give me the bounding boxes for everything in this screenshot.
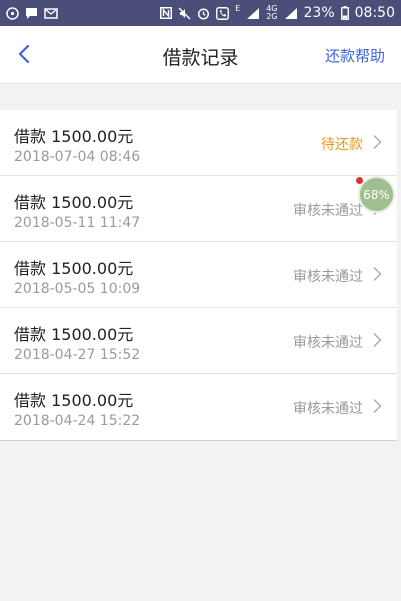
phone-icon <box>216 6 230 20</box>
status-label: 审核未通过 <box>293 269 363 285</box>
widget-percent: 68% <box>363 187 390 202</box>
clock: 08:50 <box>354 5 395 21</box>
notification-dot <box>356 177 363 184</box>
lte-indicator: E <box>235 4 241 13</box>
status-label: 待还款 <box>321 137 363 153</box>
list-item[interactable]: 借款 1500.00元 2018-04-24 15:22 审核未通过 <box>0 374 397 441</box>
list-item[interactable]: 借款 1500.00元 2018-04-27 15:52 审核未通过 <box>0 308 397 374</box>
list-item[interactable]: 借款 1500.00元 2018-07-04 08:46 待还款 <box>0 110 397 176</box>
loan-date: 2018-04-24 15:22 <box>14 413 141 429</box>
loan-date: 2018-05-05 10:09 <box>14 281 141 297</box>
list-item[interactable]: 借款 1500.00元 2018-05-05 10:09 审核未通过 <box>0 242 397 308</box>
network-type: 4G 2G <box>266 5 277 21</box>
loan-date: 2018-07-04 08:46 <box>14 149 141 165</box>
alarm-icon <box>197 7 210 20</box>
nav-bar: 借款记录 还款帮助 <box>0 26 401 84</box>
nfc-n-icon <box>160 7 173 19</box>
chevron-right-icon <box>373 333 382 347</box>
message-icon <box>25 7 38 20</box>
chevron-right-icon <box>373 399 382 413</box>
mute-icon <box>178 7 191 20</box>
loan-record-list: 借款 1500.00元 2018-07-04 08:46 待还款 借款 1500… <box>0 110 397 441</box>
battery-icon <box>340 6 349 20</box>
loan-amount: 借款 1500.00元 <box>14 127 134 146</box>
loan-amount: 借款 1500.00元 <box>14 325 134 344</box>
status-bar: E 4G 2G 23% 08:50 <box>0 0 401 26</box>
chevron-right-icon <box>373 267 382 281</box>
status-label: 审核未通过 <box>293 203 363 219</box>
loan-amount: 借款 1500.00元 <box>14 259 134 278</box>
signal-icon <box>246 7 260 20</box>
status-bar-right: E 4G 2G 23% 08:50 <box>160 5 395 21</box>
network-bottom-label: 2G <box>266 12 278 21</box>
repayment-help-link[interactable]: 还款帮助 <box>325 45 385 66</box>
floating-memory-widget[interactable]: 68% <box>358 176 395 213</box>
loan-amount: 借款 1500.00元 <box>14 391 134 410</box>
status-bar-left <box>6 6 58 20</box>
loan-date: 2018-04-27 15:52 <box>14 347 141 363</box>
status-label: 审核未通过 <box>293 335 363 351</box>
loan-amount: 借款 1500.00元 <box>14 193 134 212</box>
list-item[interactable]: 借款 1500.00元 2018-05-11 11:47 审核未通过 <box>0 176 397 242</box>
signal-icon-2 <box>284 7 298 20</box>
loan-date: 2018-05-11 11:47 <box>14 215 141 231</box>
status-label: 审核未通过 <box>293 401 363 417</box>
mail-icon <box>44 7 58 20</box>
compass-icon <box>6 6 19 20</box>
chevron-right-icon <box>373 135 382 149</box>
battery-percent: 23% <box>303 5 335 21</box>
